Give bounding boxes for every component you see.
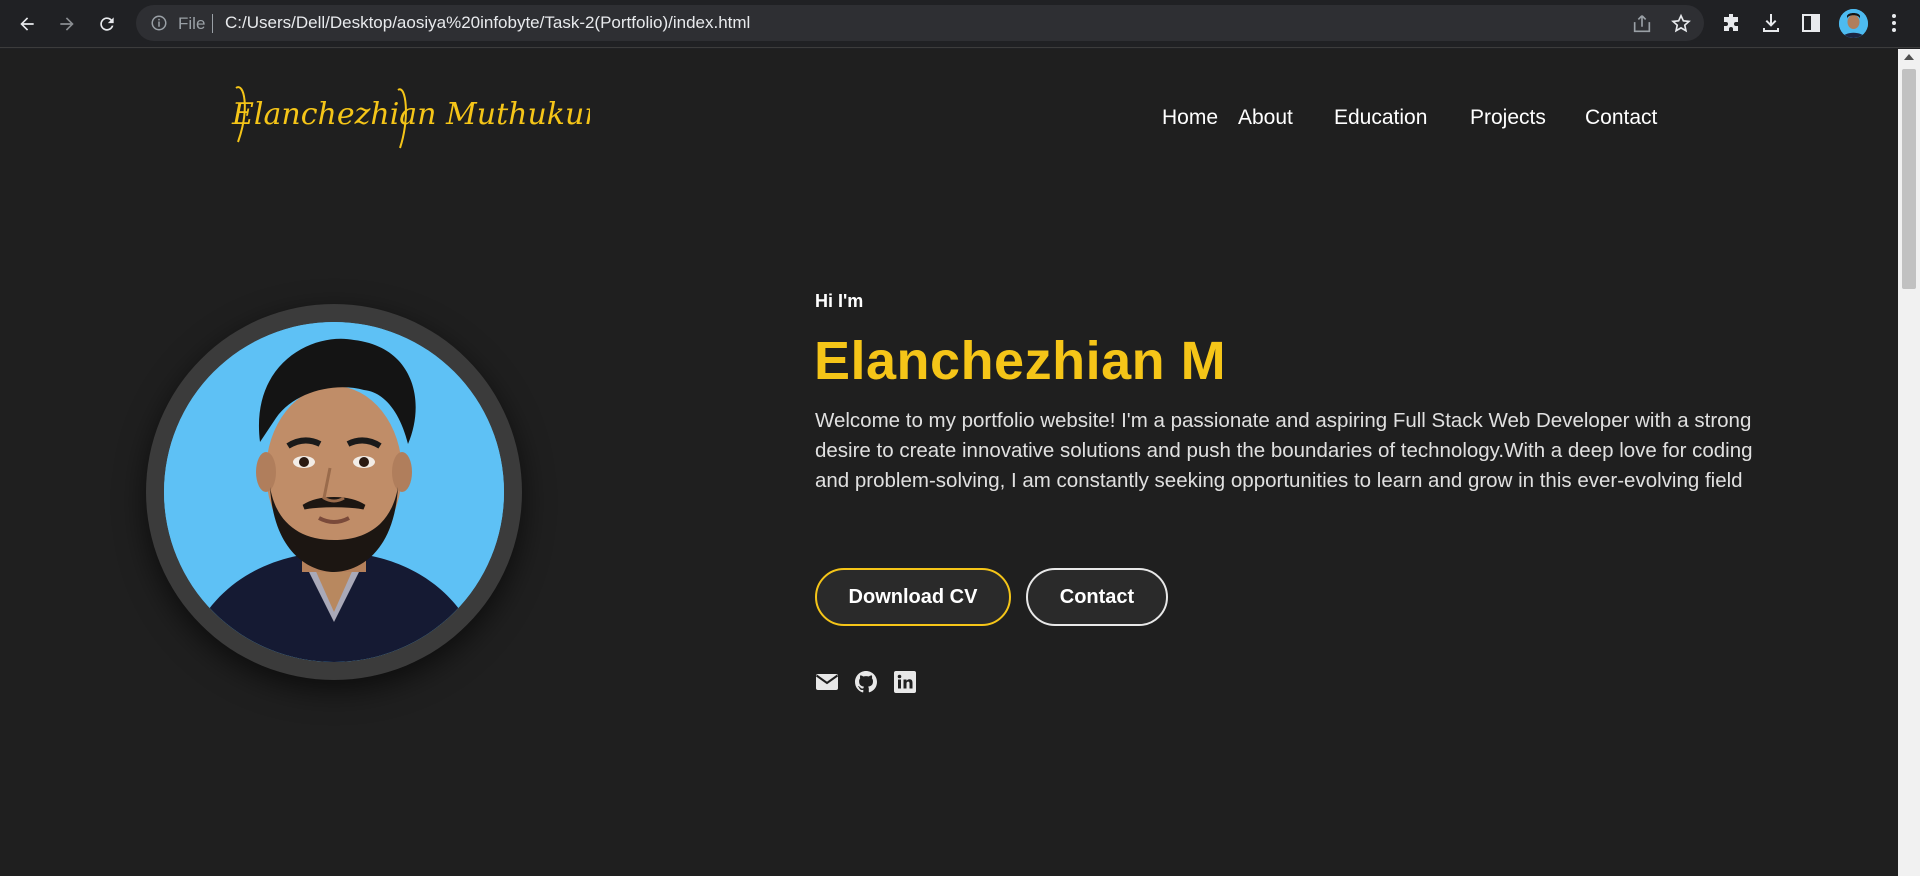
hero-intro: Welcome to my portfolio website! I'm a p… [815,409,1753,492]
download-icon[interactable] [1759,11,1783,35]
side-panel-icon[interactable] [1799,11,1823,35]
profile-photo-frame [146,304,522,680]
browser-toolbar: File C:/Users/Dell/Desktop/aosiya%20info… [0,0,1920,48]
github-icon[interactable] [854,670,878,694]
address-separator [212,14,213,33]
arrow-right-icon [60,17,74,31]
svg-text:Elanchezhian Muthukumar: Elanchezhian Muthukumar [231,97,590,132]
back-button[interactable] [13,10,41,38]
nav-home[interactable]: Home [1162,106,1218,130]
share-icon[interactable] [1631,13,1653,35]
download-cv-button[interactable]: Download CV [815,568,1011,626]
hero-greeting: Hi I'm [815,291,864,311]
nav-contact[interactable]: Contact [1585,106,1657,130]
extensions-icon[interactable] [1720,11,1744,35]
nav-about[interactable]: About [1238,106,1293,130]
portrait-illustration [164,322,504,662]
info-icon[interactable] [150,14,168,32]
scroll-thumb[interactable] [1902,69,1916,289]
bookmark-star-icon[interactable] [1670,13,1692,35]
address-url[interactable]: C:/Users/Dell/Desktop/aosiya%20infobyte/… [225,13,750,33]
reload-icon [100,17,114,31]
more-menu-icon[interactable] [1882,11,1906,35]
hero-name: Elanchezhian M [814,331,1227,391]
file-label: File [178,14,206,33]
address-bar[interactable]: File C:/Users/Dell/Desktop/aosiya%20info… [136,5,1704,41]
signature-logo[interactable]: Elanchezhian Muthukumar [230,78,590,152]
forward-button[interactable] [53,10,81,38]
linkedin-icon[interactable] [893,670,917,694]
scroll-up-arrow-icon[interactable] [1904,54,1914,60]
nav-projects[interactable]: Projects [1470,106,1546,130]
profile-picture [1839,9,1868,38]
reload-button[interactable] [93,10,121,38]
contact-button[interactable]: Contact [1026,568,1168,626]
vertical-scrollbar[interactable] [1898,49,1920,876]
profile-photo [164,322,504,662]
arrow-left-icon [20,17,34,31]
profile-avatar[interactable] [1839,9,1868,38]
nav-education[interactable]: Education [1334,106,1427,130]
envelope-icon[interactable] [815,670,839,694]
